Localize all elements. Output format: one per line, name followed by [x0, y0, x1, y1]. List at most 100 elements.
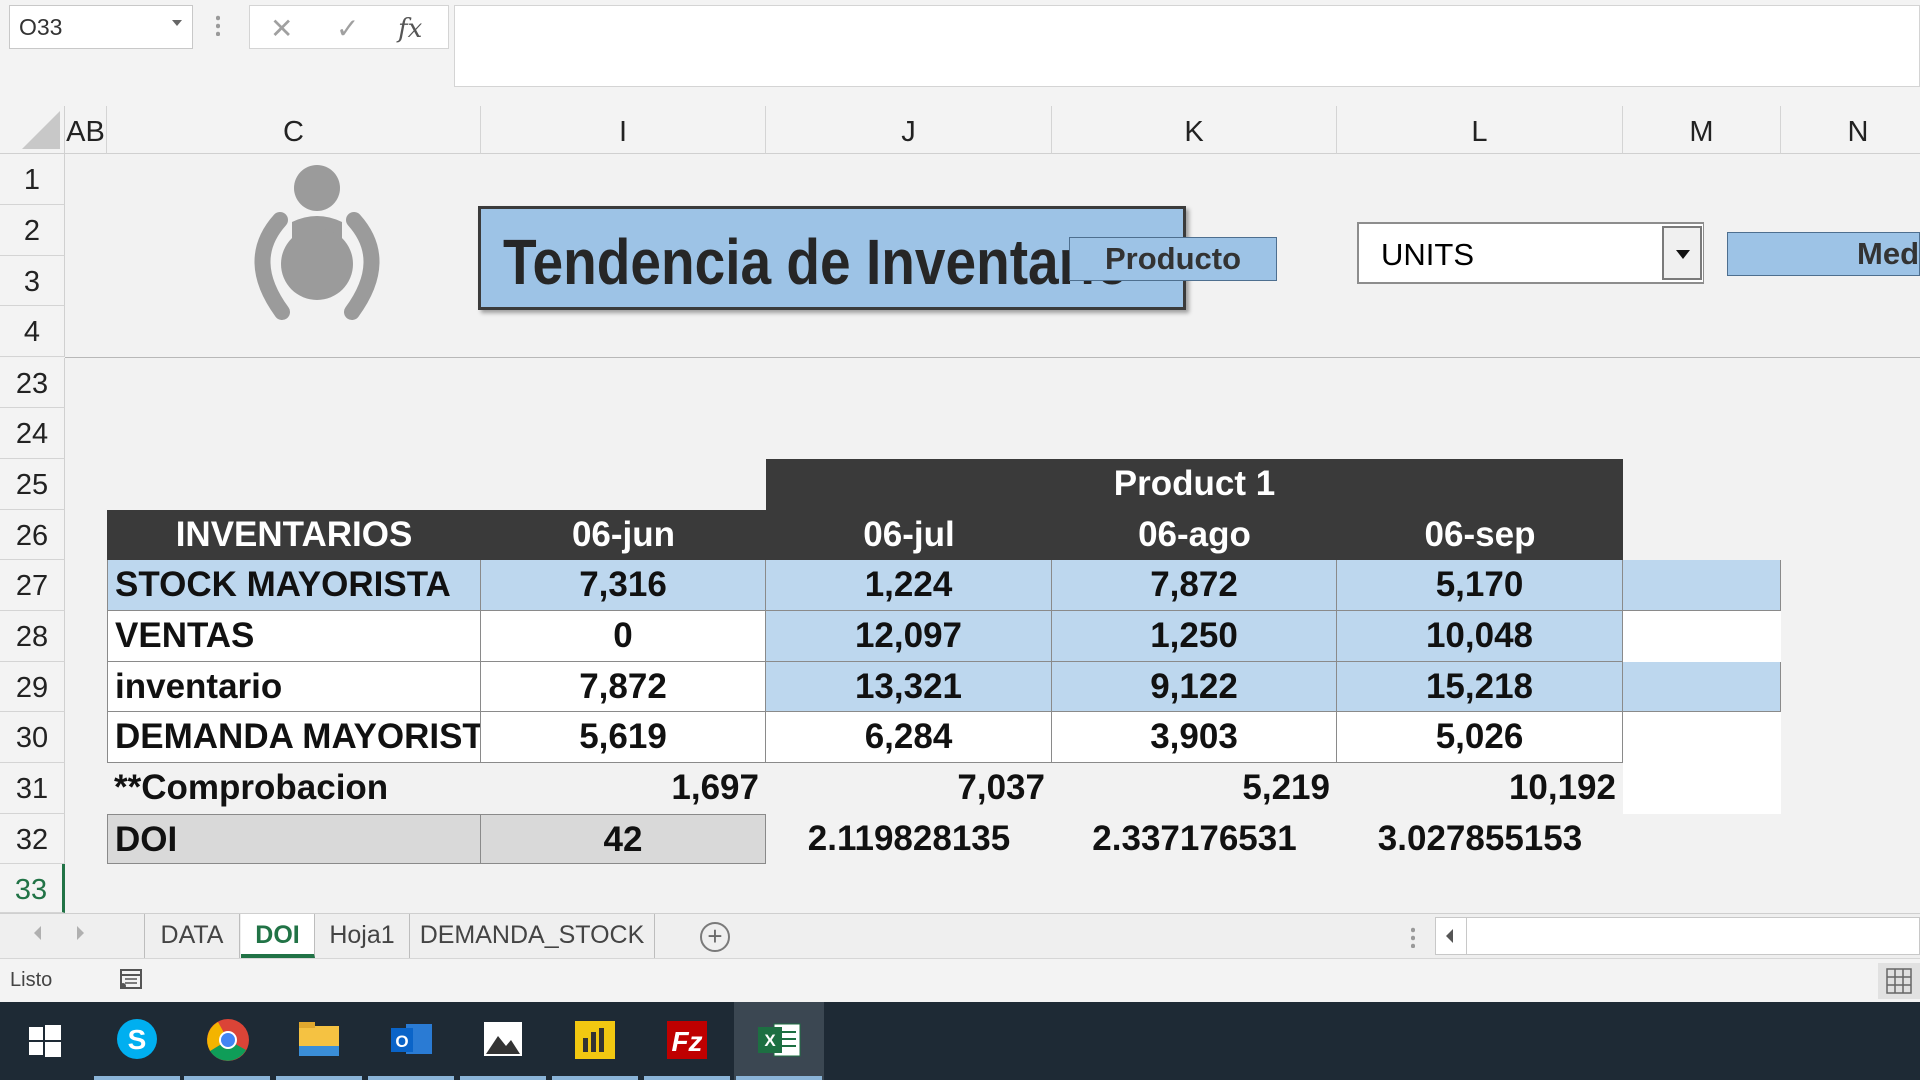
scroll-tabs-right-icon[interactable]	[77, 926, 84, 940]
start-icon[interactable]	[0, 1002, 90, 1080]
row-header-1[interactable]: 1	[0, 154, 65, 205]
splitter-handle-icon[interactable]	[1411, 926, 1415, 948]
cell-value[interactable]: 7,037	[766, 763, 1052, 814]
cell-value[interactable]: 5,026	[1337, 712, 1623, 763]
column-header-m[interactable]: M	[1623, 106, 1781, 154]
formula-buttons: ✕ ✓ fx	[249, 5, 449, 49]
row-header-23[interactable]: 23	[0, 358, 65, 408]
name-box[interactable]: O33	[9, 5, 193, 49]
product-header[interactable]: Product 1	[766, 459, 1623, 510]
cell-value[interactable]: 5,170	[1337, 560, 1623, 611]
cell-empty[interactable]	[1623, 611, 1781, 662]
add-sheet-icon[interactable]: +	[700, 922, 730, 952]
column-header-i[interactable]: I	[481, 106, 766, 154]
sheet-tab-demanda-stock[interactable]: DEMANDA_STOCK	[410, 914, 655, 958]
date-header-jun[interactable]: 06-jun	[481, 510, 766, 560]
scroll-left-icon[interactable]	[1446, 929, 1453, 943]
row-header-25[interactable]: 25	[0, 459, 65, 510]
column-header-ab[interactable]: AB	[65, 106, 107, 154]
scroll-tabs-left-icon[interactable]	[34, 926, 41, 940]
horizontal-scrollbar[interactable]	[1435, 917, 1920, 955]
cell-value[interactable]: 1,250	[1052, 611, 1337, 662]
med-button[interactable]: Med	[1727, 232, 1920, 276]
sheet-tab-doi[interactable]: DOI	[241, 914, 315, 958]
cell-value[interactable]: 10,192	[1337, 763, 1623, 814]
cell-value[interactable]: 1,224	[766, 560, 1052, 611]
photos-icon[interactable]	[458, 1002, 548, 1080]
cell-value[interactable]: 1,697	[481, 763, 766, 814]
date-header-sep[interactable]: 06-sep	[1337, 510, 1623, 560]
power-bi-icon[interactable]	[550, 1002, 640, 1080]
cell-value[interactable]: 5,619	[481, 712, 766, 763]
row-header-28[interactable]: 28	[0, 611, 65, 662]
column-header-k[interactable]: K	[1052, 106, 1337, 154]
producto-button[interactable]: Producto	[1069, 237, 1277, 281]
row-header-32[interactable]: 32	[0, 814, 65, 864]
formula-bar: O33 ✕ ✓ fx	[0, 0, 1920, 106]
cell-value[interactable]: 7,316	[481, 560, 766, 611]
outlook-icon[interactable]: O	[366, 1002, 456, 1080]
cell-empty[interactable]	[1623, 712, 1781, 763]
cell-value[interactable]: 3,903	[1052, 712, 1337, 763]
cell-empty[interactable]	[1623, 560, 1781, 611]
units-dropdown[interactable]: UNITS	[1357, 222, 1704, 284]
cell-empty[interactable]	[1623, 662, 1781, 712]
inventarios-header[interactable]: INVENTARIOS	[107, 510, 481, 560]
cell-empty[interactable]	[1623, 763, 1781, 814]
row-header-30[interactable]: 30	[0, 712, 65, 763]
row-header-24[interactable]: 24	[0, 408, 65, 459]
excel-icon[interactable]: X	[734, 1002, 824, 1080]
row-label-ventas[interactable]: VENTAS	[107, 611, 481, 662]
cell-value[interactable]: 2.337176531	[1052, 814, 1337, 864]
skype-icon[interactable]: S	[92, 1002, 182, 1080]
row-header-26[interactable]: 26	[0, 510, 65, 560]
column-header-c[interactable]: C	[107, 106, 481, 154]
macro-recording-icon[interactable]	[118, 967, 144, 991]
select-all-button[interactable]	[0, 106, 65, 154]
cell-value[interactable]: 42	[481, 814, 766, 864]
cell-value[interactable]: 15,218	[1337, 662, 1623, 712]
row-header-33[interactable]: 33	[0, 864, 65, 913]
cancel-icon[interactable]: ✕	[270, 12, 293, 45]
cell-value[interactable]: 12,097	[766, 611, 1052, 662]
row-header-31[interactable]: 31	[0, 763, 65, 814]
normal-view-icon[interactable]	[1878, 963, 1920, 999]
cell-value[interactable]: 9,122	[1052, 662, 1337, 712]
cell-value[interactable]: 3.027855153	[1337, 814, 1623, 864]
row-header-2[interactable]: 2	[0, 205, 65, 256]
cell-value[interactable]: 7,872	[1052, 560, 1337, 611]
filezilla-icon[interactable]: Fz	[642, 1002, 732, 1080]
date-header-jul[interactable]: 06-jul	[766, 510, 1052, 560]
row-label-demanda-mayorista[interactable]: DEMANDA MAYORISTA	[107, 712, 481, 763]
sheet-tab-data[interactable]: DATA	[144, 914, 240, 958]
row-label-inventario[interactable]: inventario	[107, 662, 481, 712]
dropdown-arrow-icon[interactable]	[1662, 226, 1702, 280]
cell-value[interactable]: 2.119828135	[766, 814, 1052, 864]
enter-icon[interactable]: ✓	[336, 12, 359, 45]
row-header-3[interactable]: 3	[0, 256, 65, 306]
cell-value[interactable]: 10,048	[1337, 611, 1623, 662]
row-label-doi[interactable]: DOI	[107, 814, 481, 864]
cell-value[interactable]: 5,219	[1052, 763, 1337, 814]
row-label-comprobacion[interactable]: **Comprobacion	[107, 763, 481, 814]
column-header-j[interactable]: J	[766, 106, 1052, 154]
sheet-tab-hoja1[interactable]: Hoja1	[315, 914, 410, 958]
row-header-29[interactable]: 29	[0, 662, 65, 712]
chrome-icon[interactable]	[182, 1002, 272, 1080]
cell-value[interactable]: 0	[481, 611, 766, 662]
row-header-4[interactable]: 4	[0, 306, 65, 357]
more-options-icon[interactable]	[216, 14, 220, 36]
chevron-down-icon[interactable]	[172, 20, 182, 26]
file-explorer-icon[interactable]	[274, 1002, 364, 1080]
date-header-ago[interactable]: 06-ago	[1052, 510, 1337, 560]
row-header-27[interactable]: 27	[0, 560, 65, 611]
row-label-stock-mayorista[interactable]: STOCK MAYORISTA	[107, 560, 481, 611]
cell-value[interactable]: 6,284	[766, 712, 1052, 763]
column-header-l[interactable]: L	[1337, 106, 1623, 154]
cell-value[interactable]: 13,321	[766, 662, 1052, 712]
insert-function-icon[interactable]: fx	[398, 14, 422, 44]
cell-value[interactable]: 7,872	[481, 662, 766, 712]
formula-input[interactable]	[454, 5, 1920, 87]
column-header-n[interactable]: N	[1781, 106, 1920, 154]
worksheet-grid[interactable]: AB C I J K L M N 1 2 3 4 23 24 25 26 27 …	[0, 106, 1920, 913]
